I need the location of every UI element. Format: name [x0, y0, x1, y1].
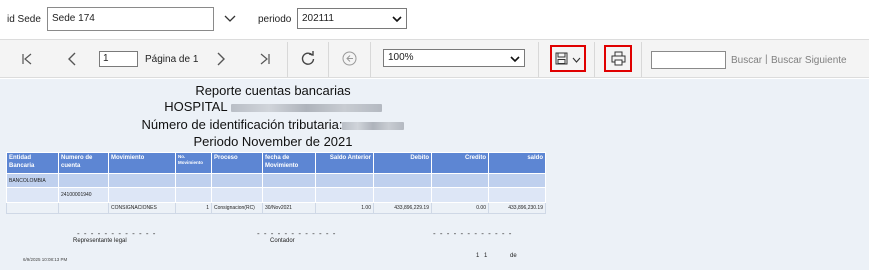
report-toolbar: 1 Página de 1 100% Buscar | Buscar Sigui…: [0, 39, 869, 78]
print-timestamp: 6/9/2025 10:08:13 PM: [23, 257, 68, 262]
sede-input[interactable]: Sede 174: [47, 7, 214, 31]
col-header: Debito: [373, 152, 432, 174]
first-page-icon[interactable]: [20, 52, 34, 66]
period-line: Periodo November de 2021: [193, 134, 353, 149]
col-header: Proceso: [211, 152, 263, 174]
redacted-hospital-name: [230, 103, 382, 112]
redacted-nit: [342, 121, 405, 130]
col-header: No. Movimiento: [175, 152, 212, 174]
save-icon: [555, 52, 568, 65]
credito-cell: 0.00: [431, 202, 489, 214]
page-number: 1: [476, 253, 480, 259]
col-header: Numero de cuenta: [58, 152, 109, 174]
toolbar-separator: [641, 42, 642, 77]
toolbar-separator: [538, 42, 539, 77]
find-text-input[interactable]: [651, 51, 726, 69]
fecha-cell: 30/Nov2021: [262, 202, 316, 214]
toolbar-separator: [370, 42, 371, 77]
account-number-cell: 24100001940: [58, 187, 109, 203]
refresh-icon[interactable]: [300, 50, 316, 66]
table-header-row: Entidad Bancaria Numero de cuenta Movimi…: [6, 152, 546, 174]
chevron-down-icon: [392, 16, 402, 23]
chevron-down-icon: [510, 56, 520, 63]
signature-line: - - - - - - - - - - - -: [433, 229, 513, 238]
toolbar-separator: [594, 42, 595, 77]
col-header: fecha de Movimiento: [262, 152, 316, 174]
chevron-down-icon[interactable]: [223, 12, 237, 26]
last-page-icon[interactable]: [258, 52, 272, 66]
page-count-label: Página de 1: [145, 54, 199, 65]
col-header: Credito: [431, 152, 489, 174]
export-save-button[interactable]: [550, 45, 586, 72]
page-number-input[interactable]: 1: [99, 51, 138, 67]
table-row: BANCOLOMBIA: [6, 173, 546, 188]
periodo-value: 202111: [302, 13, 334, 24]
next-page-icon[interactable]: [214, 52, 228, 66]
table-row: 24100001940: [6, 187, 546, 203]
find-link[interactable]: Buscar: [731, 55, 762, 66]
debito-cell: 433,896,229.19: [373, 202, 432, 214]
back-icon[interactable]: [342, 51, 357, 66]
movimiento-cell: CONSIGNACIONES: [108, 202, 176, 214]
page-de-label: de: [510, 253, 517, 259]
find-next-link[interactable]: Buscar Siguiente: [771, 55, 847, 66]
col-header: Entidad Bancaria: [6, 152, 59, 174]
find-separator: |: [765, 54, 768, 65]
bank-accounts-table: Entidad Bancaria Numero de cuenta Movimi…: [6, 152, 546, 214]
signature-line: - - - - - - - - - - - -: [77, 229, 157, 238]
contador-label: Contador: [270, 238, 295, 244]
zoom-select[interactable]: 100%: [383, 49, 525, 67]
proceso-cell: Consignacion(RC): [211, 202, 263, 214]
hospital-line: HOSPITAL: [0, 99, 546, 114]
rep-legal-label: Representante legal: [73, 238, 127, 244]
bank-name-cell: BANCOLOMBIA: [6, 173, 59, 188]
table-row: CONSIGNACIONES 1 Consignacion(RC) 30/Nov…: [6, 202, 546, 214]
col-header: Movimiento: [108, 152, 176, 174]
page-number: 1: [484, 253, 488, 259]
chevron-down-icon: [572, 57, 581, 63]
signature-line: - - - - - - - - - - - -: [257, 229, 337, 238]
toolbar-separator: [287, 42, 288, 77]
nit-line: Número de identificación tributaria:: [0, 117, 546, 132]
toolbar-separator: [328, 42, 329, 77]
report-title: Reporte cuentas bancarias: [195, 83, 351, 98]
saldo-cell: 433,896,230.19: [488, 202, 546, 214]
periodo-select[interactable]: 202111: [297, 8, 407, 29]
prev-page-icon[interactable]: [65, 52, 79, 66]
parameter-bar: id Sede Sede 174 periodo 202111: [0, 0, 869, 38]
print-button[interactable]: [604, 45, 632, 72]
col-header: saldo: [488, 152, 546, 174]
report-viewer: Reporte cuentas bancarias HOSPITAL Númer…: [0, 79, 869, 270]
nit-label: Número de identificación tributaria:: [141, 117, 343, 132]
print-icon: [611, 51, 626, 66]
hospital-label: HOSPITAL: [164, 99, 228, 114]
saldo-anterior-cell: 1.00: [315, 202, 374, 214]
periodo-label: periodo: [258, 14, 292, 25]
col-header: Saldo Anterior: [315, 152, 374, 174]
sede-label: id Sede: [7, 14, 41, 25]
no-movimiento-cell: 1: [175, 202, 212, 214]
zoom-value: 100%: [388, 52, 414, 63]
